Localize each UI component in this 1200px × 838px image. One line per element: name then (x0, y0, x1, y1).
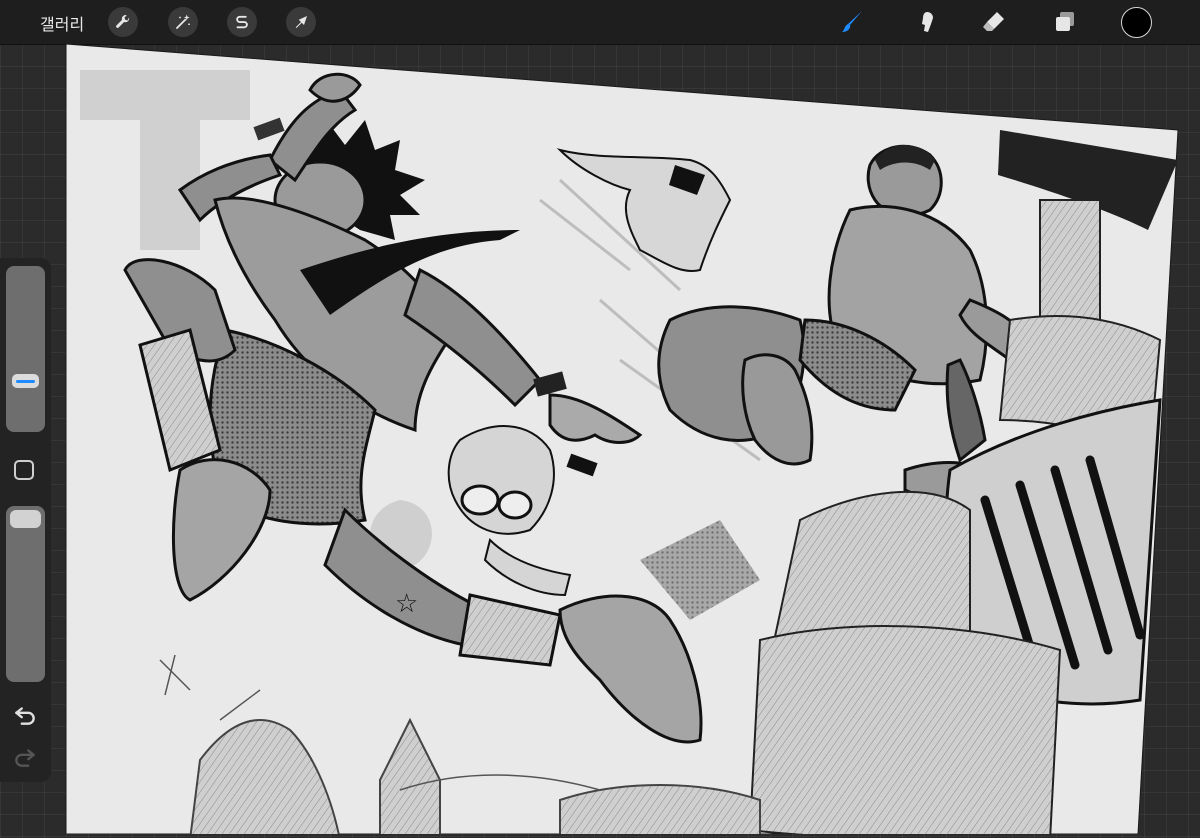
layers-icon (1056, 12, 1074, 31)
left-sidebar (0, 258, 51, 782)
selection-button[interactable] (227, 7, 257, 37)
brush-tool[interactable] (836, 6, 868, 38)
opacity-slider[interactable] (6, 506, 45, 682)
brush-size-thumb[interactable] (12, 374, 39, 388)
actions-button[interactable] (108, 7, 138, 37)
arrow-cursor-icon (295, 16, 307, 28)
wrench-icon (116, 15, 130, 28)
brush-icon (842, 11, 862, 32)
eraser-icon (983, 12, 1004, 31)
manga-artwork: ☆ (65, 43, 1179, 835)
drawing-canvas[interactable]: ☆ (0, 43, 1200, 835)
modify-button[interactable] (14, 460, 34, 480)
adjustments-button[interactable] (168, 7, 198, 37)
svg-text:☆: ☆ (395, 589, 418, 619)
gallery-button[interactable]: 갤러리 (40, 11, 84, 35)
undo-icon[interactable] (12, 702, 38, 728)
eraser-tool[interactable] (978, 6, 1010, 38)
magic-wand-icon (176, 14, 190, 29)
top-toolbar: 갤러리 (0, 0, 1200, 45)
redo-icon[interactable] (12, 744, 38, 770)
color-picker-button[interactable] (1121, 7, 1152, 38)
smudge-tool[interactable] (911, 6, 943, 38)
transform-button[interactable] (286, 7, 316, 37)
brush-size-slider[interactable] (6, 266, 45, 432)
opacity-thumb[interactable] (10, 510, 41, 528)
layers-button[interactable] (1049, 6, 1081, 38)
smudge-icon (922, 12, 933, 32)
selection-s-icon (236, 15, 248, 29)
